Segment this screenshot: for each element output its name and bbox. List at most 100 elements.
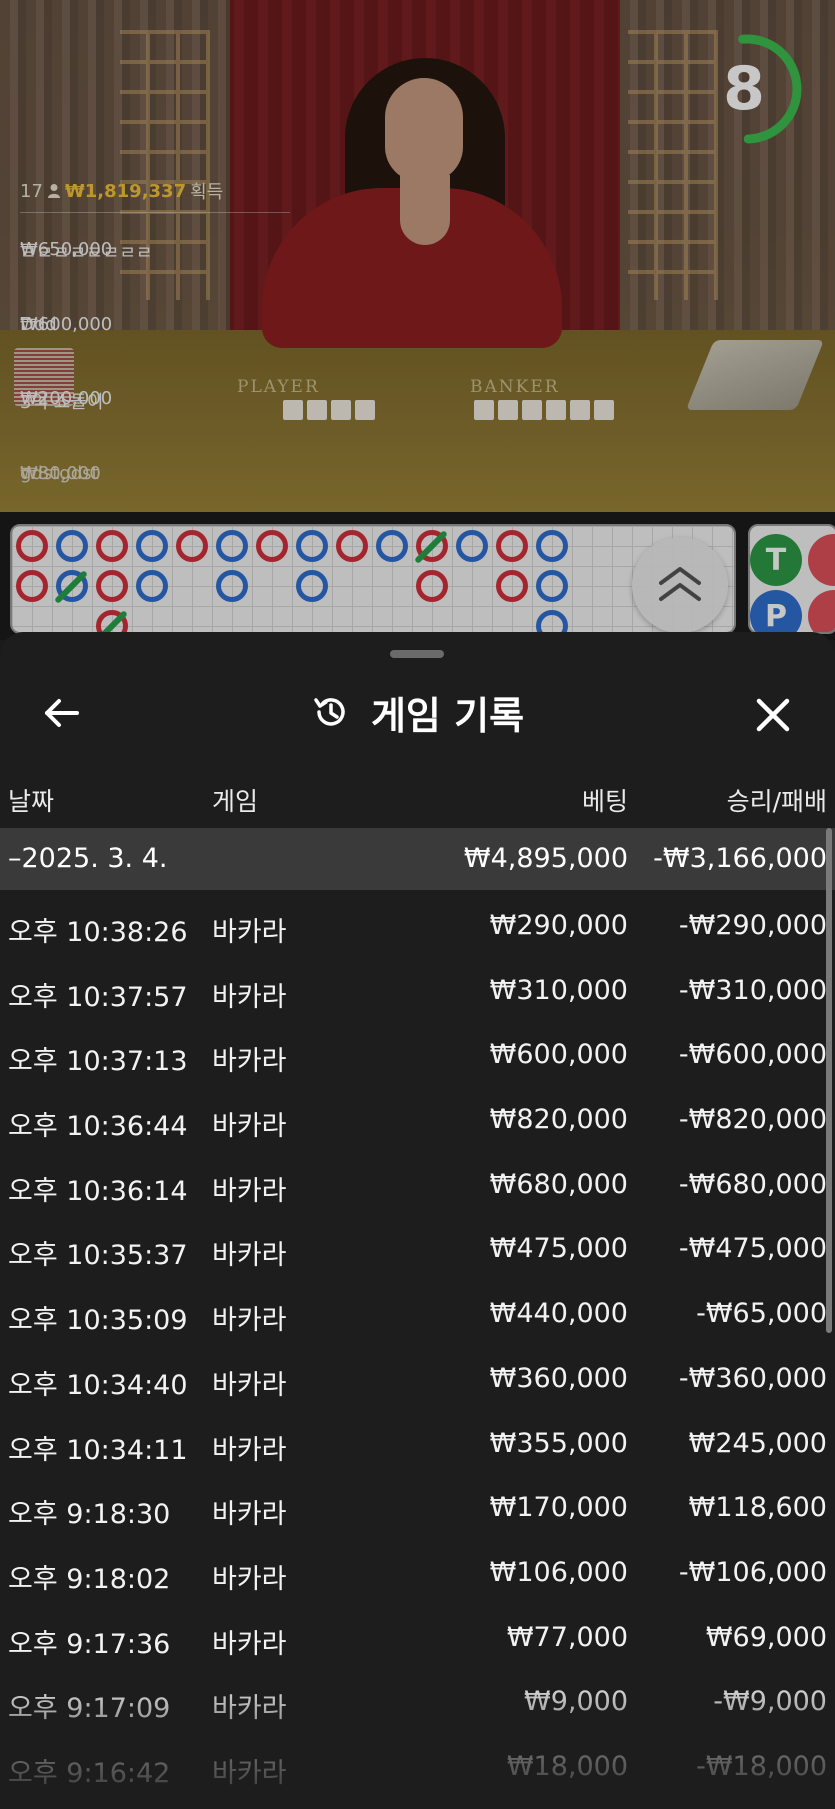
person-icon — [47, 184, 60, 198]
sheet-drag-handle[interactable] — [390, 650, 444, 658]
back-button[interactable] — [38, 690, 84, 736]
row-game: 바카라 — [212, 917, 287, 948]
row-game: 바카라 — [212, 1111, 287, 1143]
row-game: 바카라 — [212, 1046, 287, 1078]
column-header-result: 승리/패배 — [726, 787, 827, 816]
row-time: 오후 9:16:42 — [8, 1757, 171, 1789]
row-time: 오후 10:37:13 — [8, 1046, 188, 1078]
row-game: 바카라 — [212, 1563, 287, 1595]
dealer-face — [385, 78, 463, 182]
player-bead — [296, 570, 328, 602]
banker-bead — [96, 570, 128, 602]
date-group-row[interactable]: –2025. 3. 4. ₩4,895,000 -₩3,166,000 — [0, 828, 835, 890]
bets-summary: 17 ₩1,819,337 획득 — [20, 178, 290, 213]
date-group-result: -₩3,166,000 — [653, 843, 827, 874]
row-time: 오후 9:17:09 — [8, 1693, 171, 1725]
history-row[interactable]: 오후 10:38:26 바카라 ₩290,000 -₩290,000 — [0, 894, 835, 959]
row-bet: ₩290,000 — [489, 910, 628, 941]
row-time: 오후 10:34:11 — [8, 1434, 188, 1466]
row-result: -₩600,000 — [678, 1039, 827, 1071]
history-icon — [314, 698, 345, 726]
row-game: 바카라 — [212, 1693, 287, 1725]
row-time: 오후 10:36:14 — [8, 1175, 188, 1207]
history-column-headers: 날짜 게임 베팅 승리/패배 — [0, 772, 835, 820]
banker-bubble — [808, 590, 835, 632]
history-row[interactable]: 오후 10:36:14 바카라 ₩680,000 -₩680,000 — [0, 1153, 835, 1218]
banker-card — [522, 400, 542, 420]
bet-row: ₩650,000 ㄹㄹㄹㄹㄹㄹㄹㄹ — [20, 223, 290, 288]
history-row[interactable]: 오후 9:17:09 바카라 ₩9,000 -₩9,000 — [0, 1670, 835, 1735]
history-scrollbar[interactable] — [826, 828, 832, 1333]
banker-bead — [16, 530, 48, 562]
row-result: -₩475,000 — [678, 1233, 827, 1265]
history-row[interactable]: 오후 10:36:44 바카라 ₩820,000 -₩820,000 — [0, 1088, 835, 1153]
banker-card — [594, 400, 614, 420]
bead-road-scoreboard[interactable] — [10, 524, 736, 634]
row-bet: ₩77,000 — [506, 1621, 628, 1653]
close-button[interactable] — [748, 690, 798, 740]
row-bet: ₩600,000 — [489, 1039, 628, 1071]
column-header-date: 날짜 — [8, 787, 55, 816]
row-bet: ₩310,000 — [489, 974, 628, 1006]
row-result: -₩65,000 — [696, 1298, 827, 1330]
sheet-title-wrap: 게임 기록 — [0, 672, 835, 752]
player-label: P — [765, 598, 787, 634]
row-bet: ₩106,000 — [489, 1556, 628, 1588]
banker-bead — [336, 530, 368, 562]
banker-card — [570, 400, 590, 420]
row-result: -₩360,000 — [678, 1362, 827, 1394]
player-bead — [536, 610, 568, 632]
history-row[interactable]: 오후 10:35:09 바카라 ₩440,000 -₩65,000 — [0, 1282, 835, 1347]
row-time: 오후 10:36:44 — [8, 1111, 188, 1143]
banker-bead — [176, 530, 208, 562]
history-row[interactable]: 오후 10:37:13 바카라 ₩600,000 -₩600,000 — [0, 1023, 835, 1088]
date-group-label: –2025. 3. 4. — [8, 843, 168, 874]
banker-bead — [496, 530, 528, 562]
history-row[interactable]: 오후 9:17:36 바카라 ₩77,000 ₩69,000 — [0, 1606, 835, 1671]
close-icon — [756, 698, 790, 732]
row-bet: ₩355,000 — [489, 1427, 628, 1459]
row-game: 바카라 — [212, 981, 287, 1013]
player-bead — [456, 530, 488, 562]
banker-area-label: BANKER — [470, 377, 560, 397]
row-game: 바카라 — [212, 1434, 287, 1466]
player-bead — [536, 530, 568, 562]
row-game: 바카라 — [212, 1628, 287, 1660]
player-count: 17 — [20, 180, 43, 202]
row-bet: ₩360,000 — [489, 1362, 628, 1394]
column-header-bet: 베팅 — [581, 787, 628, 816]
row-time: 오후 10:35:09 — [8, 1305, 188, 1337]
banker-bead — [96, 530, 128, 562]
row-time: 오후 9:18:02 — [8, 1563, 171, 1595]
history-row[interactable]: 오후 10:34:40 바카라 ₩360,000 -₩360,000 — [0, 1347, 835, 1412]
double-chevron-up-icon — [659, 567, 701, 601]
history-row[interactable]: 오후 9:16:42 바카라 ₩18,000 -₩18,000 — [0, 1735, 835, 1800]
road-summary-panel[interactable]: T P — [748, 524, 835, 634]
bettor-name: ㄹㄹㄹㄹㄹㄹㄹㄹ — [20, 243, 153, 264]
player-bubble: P — [750, 590, 802, 634]
row-time: 오후 9:17:36 — [8, 1628, 171, 1660]
history-row[interactable]: 오후 10:35:37 바카라 ₩475,000 -₩475,000 — [0, 1217, 835, 1282]
row-time: 오후 9:18:30 — [8, 1499, 171, 1531]
bet-row: ₩80,000 gdstgdst — [20, 447, 290, 512]
bettor-name: Ddd — [20, 313, 57, 335]
row-bet: ₩18,000 — [506, 1750, 628, 1782]
history-row[interactable]: 오후 9:18:02 바카라 ₩106,000 -₩106,000 — [0, 1541, 835, 1606]
history-row[interactable]: 오후 9:18:30 바카라 ₩170,000 ₩118,600 — [0, 1476, 835, 1541]
row-time: 오후 10:34:40 — [8, 1369, 188, 1401]
expand-scoreboard-button[interactable] — [632, 537, 728, 633]
date-group-bet: ₩4,895,000 — [463, 843, 628, 874]
player-bead — [376, 530, 408, 562]
player-bead — [56, 530, 88, 562]
total-winnings: ₩1,819,337 — [64, 180, 187, 202]
row-result: ₩118,600 — [688, 1492, 827, 1524]
history-row[interactable]: 오후 10:34:11 바카라 ₩355,000 ₩245,000 — [0, 1412, 835, 1477]
history-row[interactable]: 오후 10:37:57 바카라 ₩310,000 -₩310,000 — [0, 959, 835, 1024]
row-time: 오후 10:38:26 — [8, 917, 188, 948]
sheet-header: 게임 기록 — [0, 672, 835, 752]
row-result: -₩310,000 — [678, 974, 827, 1006]
bet-row: ₩200,000 3억 쇼돌이 — [20, 372, 290, 437]
total-suffix: 획득 — [190, 182, 224, 203]
row-game: 바카라 — [212, 1499, 287, 1531]
row-game: 바카라 — [212, 1175, 287, 1207]
